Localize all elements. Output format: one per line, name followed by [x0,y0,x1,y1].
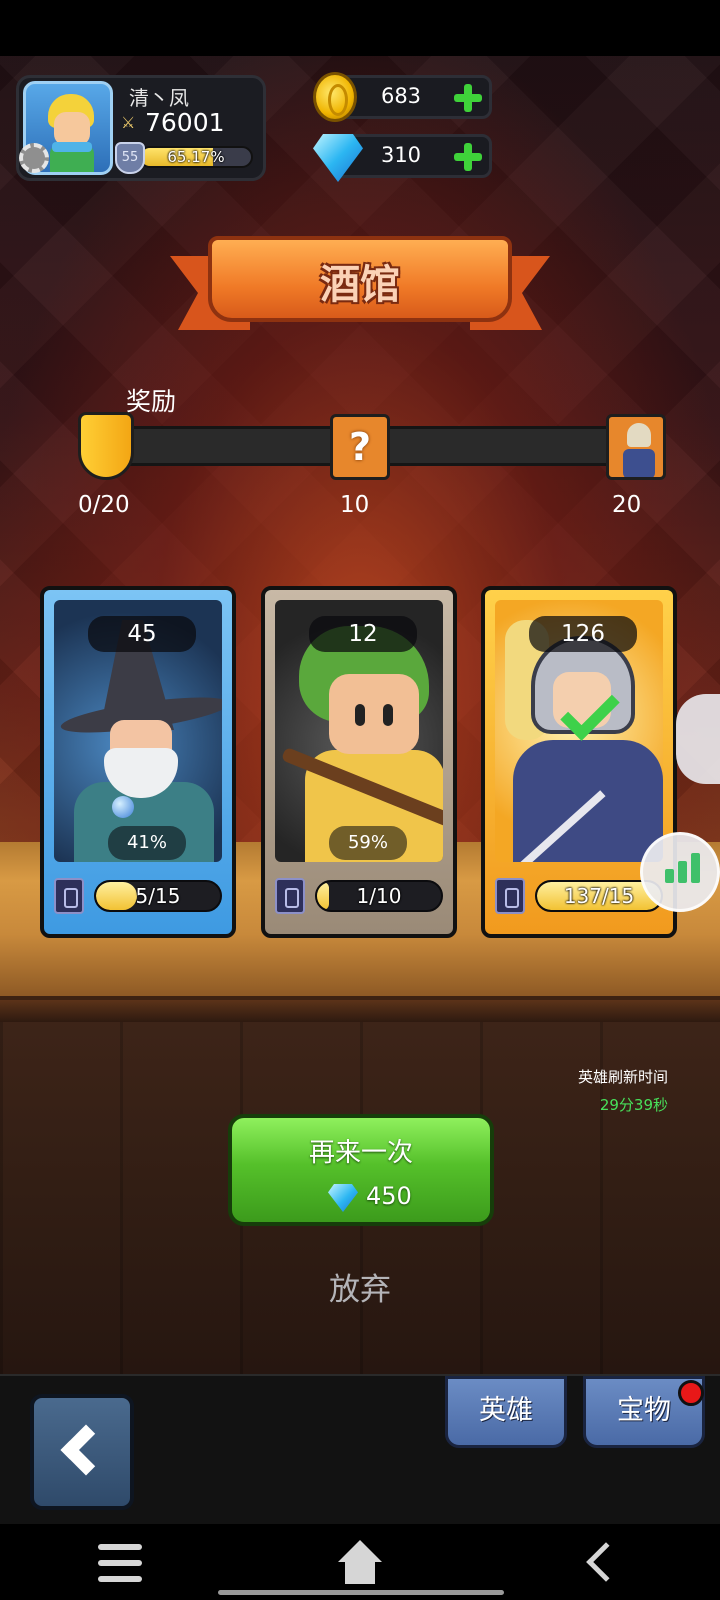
card-deck-icon [54,878,84,914]
experience-percent: 65.17% [167,148,225,166]
add-gold-button[interactable] [453,83,483,113]
milestone-label: 10 [340,492,370,518]
notification-dot [678,1380,704,1406]
give-up-button[interactable]: 放弃 [0,1264,720,1309]
settings-gear-icon[interactable] [19,143,49,173]
add-gems-button[interactable] [453,142,483,172]
tavern-screen: 清丶凤 ⚔ 76001 65.17% 55 683 310 酒馆 奖励 ? 0/… [0,0,720,1600]
refresh-timer-value: 29分39秒 [599,1096,668,1114]
chevron-left-icon [60,1424,112,1476]
card-deck-icon [495,878,525,914]
hero-fragment-row: 137/15 [495,876,663,916]
gold-coin-icon [313,72,357,122]
home-indicator [218,1590,504,1595]
shield-icon [78,412,134,480]
floating-stats-button[interactable] [640,832,720,912]
stats-bar-icon [678,861,687,883]
hero-reward-icon[interactable] [606,414,666,480]
summon-again-label: 再来一次 [308,1138,413,1168]
menu-icon[interactable] [98,1544,142,1584]
mystery-reward-icon[interactable]: ? [330,414,390,480]
back-button[interactable] [30,1394,134,1510]
gold-amount: 683 [380,84,422,108]
home-icon[interactable] [338,1540,382,1584]
tavern-title-banner: 酒馆 [208,236,512,322]
experience-bar: 65.17% [139,146,253,168]
fragment-bar: 1/10 [315,880,443,912]
hero-card-wizard[interactable]: 45 41% 5/15 [40,586,236,938]
knight-hero-portrait: 126 [495,600,663,862]
player-profile-panel[interactable]: 清丶凤 ⚔ 76001 65.17% 55 [16,75,266,181]
shelf-edge [0,1000,720,1022]
refresh-timer-label: 英雄刷新时间 [577,1068,668,1086]
fighter-hero-portrait: 12 59% [275,600,443,862]
hero-rate: 59% [329,826,407,860]
summon-again-cost: 450 [366,1182,412,1210]
wizard-hero-portrait: 45 41% [54,600,222,862]
milestone-label: 20 [612,492,642,518]
hero-count: 12 [309,616,417,652]
player-name: 清丶凤 [129,86,189,110]
diamond-gem-icon [328,1184,358,1212]
level-shield-badge: 55 [115,142,145,174]
hero-count: 45 [88,616,196,652]
hero-fragment-row: 5/15 [54,876,222,916]
stats-bar-icon [665,869,674,883]
status-bar-area [0,0,720,56]
card-deck-icon [275,878,305,914]
hero-count: 126 [529,616,637,652]
hero-fragment-row: 1/10 [275,876,443,916]
gem-amount: 310 [380,143,422,167]
fragment-bar: 5/15 [94,880,222,912]
hero-rate: 41% [108,826,186,860]
page-title: 酒馆 [320,262,400,308]
fragment-count: 1/10 [356,884,402,908]
stats-bar-icon [691,853,700,883]
tab-heroes[interactable]: 英雄 [445,1376,567,1448]
summon-again-button[interactable]: 再来一次 450 [228,1114,494,1226]
reward-progress-count: 0/20 [78,492,130,518]
player-power: 76001 [145,108,225,137]
crossed-swords-icon: ⚔ [121,113,136,132]
fragment-count: 5/15 [135,884,181,908]
floating-chat-bubble[interactable] [676,694,720,784]
hero-card-fighter[interactable]: 12 59% 1/10 [261,586,457,938]
reward-label: 奖励 [126,387,177,416]
